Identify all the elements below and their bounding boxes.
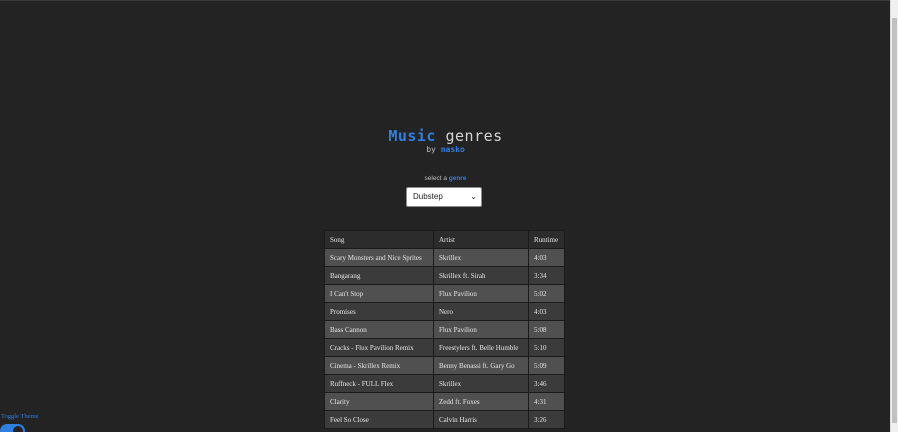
table-row: Scary Monsters and Nice Sprites Skrillex…: [324, 248, 565, 267]
cell-runtime: 3:26: [528, 410, 565, 429]
column-header-artist[interactable]: Artist: [433, 230, 529, 249]
cell-song: Ruffneck - FULL Flex: [324, 374, 434, 393]
cell-runtime: 4:03: [528, 302, 565, 321]
cell-runtime: 3:46: [528, 374, 565, 393]
table-row: Cracks - Flux Pavilion Remix Freestylers…: [324, 338, 565, 357]
table-row: Bass Cannon Flux Pavilion 5:08: [324, 320, 565, 339]
cell-song: I Can't Stop: [324, 284, 434, 303]
toggle-theme-label: Toggle Theme: [1, 413, 39, 420]
songs-table: Song Artist Runtime Scary Monsters and N…: [324, 230, 565, 429]
cell-artist: Calvin Harris: [433, 410, 529, 429]
cell-artist: Flux Pavilion: [433, 320, 529, 339]
theme-toggle-switch[interactable]: [0, 424, 25, 432]
genre-select[interactable]: Dubstep ⌄: [406, 187, 482, 207]
cell-song: Bangarang: [324, 266, 434, 285]
table-row: Bangarang Skrillex ft. Sirah 3:34: [324, 266, 565, 285]
column-header-runtime[interactable]: Runtime: [528, 230, 565, 249]
table-row: I Can't Stop Flux Pavilion 5:02: [324, 284, 565, 303]
cell-artist: Nero: [433, 302, 529, 321]
toggle-knob: [13, 426, 23, 432]
chevron-down-icon: ⌄: [470, 192, 477, 201]
top-border: [0, 0, 891, 1]
cell-song: Feel So Close: [324, 410, 434, 429]
cell-song: Cinema - Skrillex Remix: [324, 356, 434, 375]
table-row: Feel So Close Calvin Harris 3:26: [324, 410, 565, 429]
title-word-music: Music: [388, 127, 436, 145]
scrollbar-thumb[interactable]: [892, 18, 897, 423]
page-scrollbar[interactable]: [890, 0, 898, 432]
cell-runtime: 5:10: [528, 338, 565, 357]
cell-song: Clarity: [324, 392, 434, 411]
cell-song: Scary Monsters and Nice Sprites: [324, 248, 434, 267]
title-word-genres: genres: [445, 127, 503, 145]
byline: by nasko: [0, 145, 891, 154]
cell-artist: Freestylers ft. Belle Humble: [433, 338, 529, 357]
cell-artist: Flux Pavilion: [433, 284, 529, 303]
cell-artist: Skrillex: [433, 248, 529, 267]
table-row: Ruffneck - FULL Flex Skrillex 3:46: [324, 374, 565, 393]
cell-artist: Benny Benassi ft. Gary Go: [433, 356, 529, 375]
cell-song: Bass Cannon: [324, 320, 434, 339]
column-header-song[interactable]: Song: [324, 230, 434, 249]
cell-artist: Zedd ft. Foxes: [433, 392, 529, 411]
cell-artist: Skrillex ft. Sirah: [433, 266, 529, 285]
cell-song: Cracks - Flux Pavilion Remix: [324, 338, 434, 357]
cell-runtime: 4:31: [528, 392, 565, 411]
author-name: nasko: [440, 145, 465, 154]
cell-runtime: 4:03: [528, 248, 565, 267]
cell-runtime: 5:09: [528, 356, 565, 375]
cell-runtime: 5:08: [528, 320, 565, 339]
table-row: Cinema - Skrillex Remix Benny Benassi ft…: [324, 356, 565, 375]
byline-prefix: by: [426, 145, 436, 154]
table-header-row: Song Artist Runtime: [324, 230, 565, 249]
genre-select-label: select a genre: [0, 175, 891, 182]
table-row: Promises Nero 4:03: [324, 302, 565, 321]
select-label-highlight: genre: [448, 175, 467, 182]
table-row: Clarity Zedd ft. Foxes 4:31: [324, 392, 565, 411]
cell-song: Promises: [324, 302, 434, 321]
cell-runtime: 3:34: [528, 266, 565, 285]
page-title: Music genres: [0, 127, 891, 145]
cell-artist: Skrillex: [433, 374, 529, 393]
genre-select-value: Dubstep: [413, 192, 443, 201]
cell-runtime: 5:02: [528, 284, 565, 303]
select-label-prefix: select a: [424, 175, 447, 182]
